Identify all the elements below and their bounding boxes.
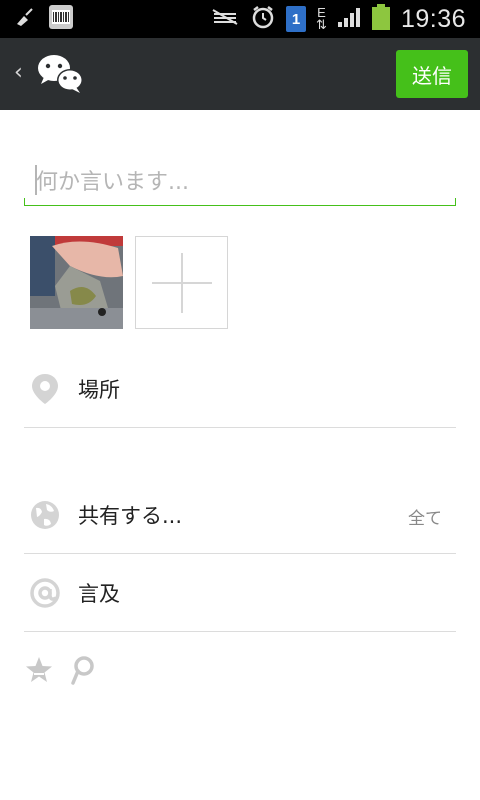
- sim-slot-badge: 1: [286, 6, 307, 32]
- globe-icon: [30, 499, 60, 531]
- network-type-indicator: E ⇅: [316, 5, 327, 32]
- share-label: 共有する...: [78, 504, 183, 528]
- send-button[interactable]: 送信: [396, 50, 468, 98]
- plus-icon-vertical: [181, 253, 183, 313]
- at-sign-icon: [30, 577, 60, 609]
- attached-photo[interactable]: [30, 236, 123, 329]
- chevron-left-icon[interactable]: ‹: [14, 60, 23, 85]
- location-label: 場所: [78, 378, 120, 402]
- status-time: 19:36: [400, 4, 466, 33]
- signal-strength-icon: [337, 6, 361, 32]
- star-share-icon[interactable]: [24, 655, 54, 689]
- barcode-app-icon: [48, 4, 74, 34]
- wechat-logo-icon[interactable]: [36, 52, 86, 100]
- status-indicators: 1 E ⇅ 19:36: [210, 3, 466, 35]
- alarm-icon: [250, 4, 276, 34]
- text-caret: [35, 165, 37, 195]
- status-notifications: [14, 4, 74, 34]
- p-share-icon[interactable]: [68, 655, 98, 689]
- action-bar: ‹ 送信: [0, 38, 480, 110]
- compose-input[interactable]: [24, 160, 456, 204]
- broom-icon: [14, 6, 36, 32]
- battery-icon: [371, 3, 391, 35]
- footer-share-icons: [24, 655, 98, 689]
- input-underline-left: [24, 198, 25, 206]
- add-photo-button[interactable]: [135, 236, 228, 329]
- location-pin-icon: [30, 373, 60, 405]
- share-row[interactable]: 共有する... 全て: [24, 476, 456, 554]
- network-type-label: E: [317, 5, 326, 20]
- share-scope-value: 全て: [408, 509, 442, 529]
- input-underline-right: [455, 198, 456, 206]
- no-signal-icon: [210, 6, 240, 32]
- mention-row[interactable]: 言及: [24, 554, 456, 632]
- status-bar: 1 E ⇅ 19:36: [0, 0, 480, 38]
- location-row[interactable]: 場所: [24, 350, 456, 428]
- mention-label: 言及: [78, 582, 120, 606]
- compose-field[interactable]: [24, 160, 456, 206]
